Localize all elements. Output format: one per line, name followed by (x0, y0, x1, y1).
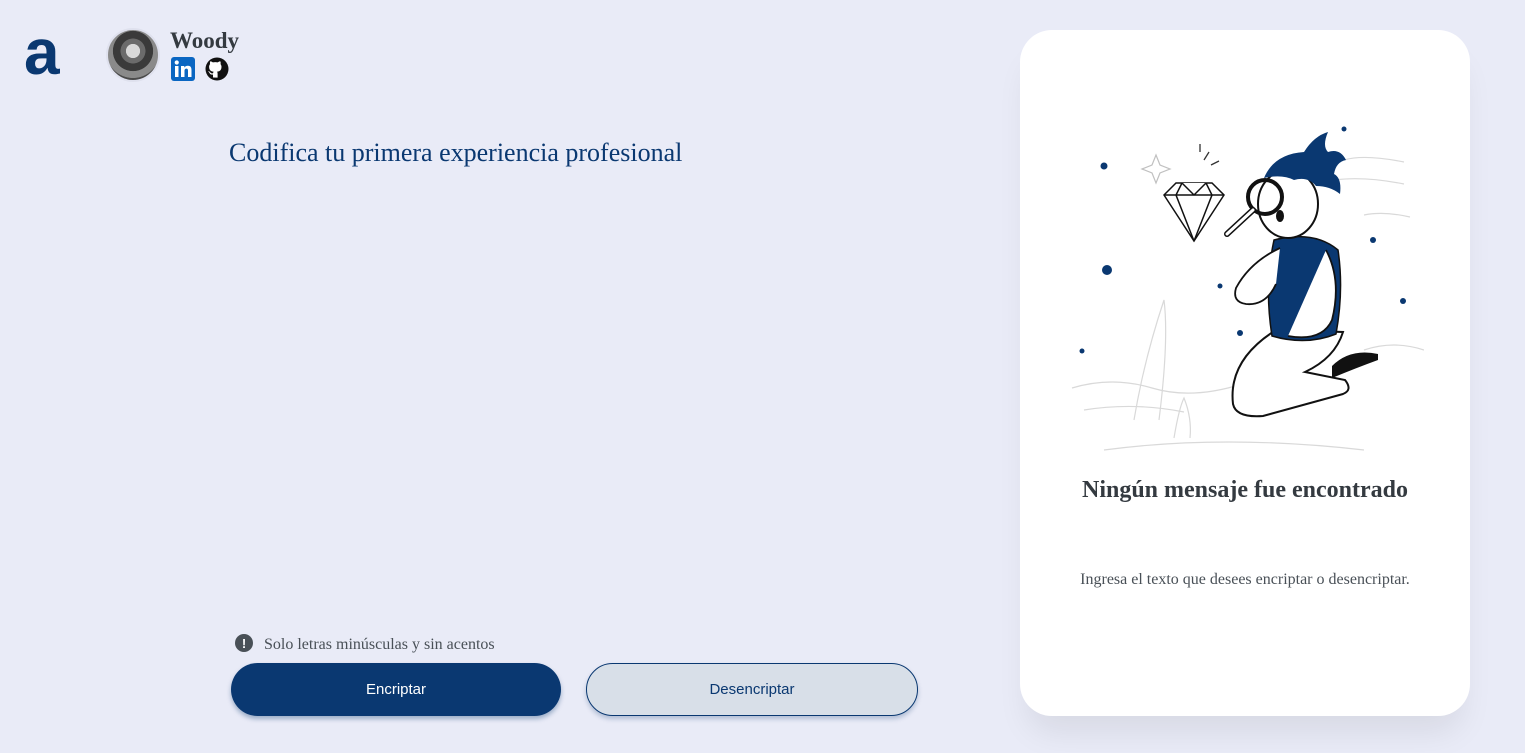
encrypt-button[interactable]: Encriptar (231, 663, 561, 716)
empty-state-subtitle: Ingresa el texto que desees encriptar o … (1080, 571, 1410, 588)
social-links (170, 56, 239, 82)
search-illustration (1071, 126, 1424, 451)
empty-state-title: Ningún mensaje fue encontrado (1081, 477, 1408, 503)
message-input[interactable] (229, 138, 919, 608)
decrypt-button[interactable]: Desencriptar (586, 663, 918, 716)
profile: Woody (106, 28, 239, 82)
avatar (106, 28, 160, 82)
linkedin-icon[interactable] (170, 56, 196, 82)
github-icon[interactable] (204, 56, 230, 82)
output-panel: Ningún mensaje fue encontrado Ingresa el… (1020, 30, 1470, 716)
exclamation-icon: ! (235, 634, 253, 652)
input-hint: ! Solo letras minúsculas y sin acentos (235, 632, 495, 654)
profile-info: Woody (170, 28, 239, 82)
profile-name: Woody (170, 28, 240, 53)
hint-text: Solo letras minúsculas y sin acentos (264, 636, 495, 653)
alura-logo[interactable]: a (24, 20, 64, 84)
